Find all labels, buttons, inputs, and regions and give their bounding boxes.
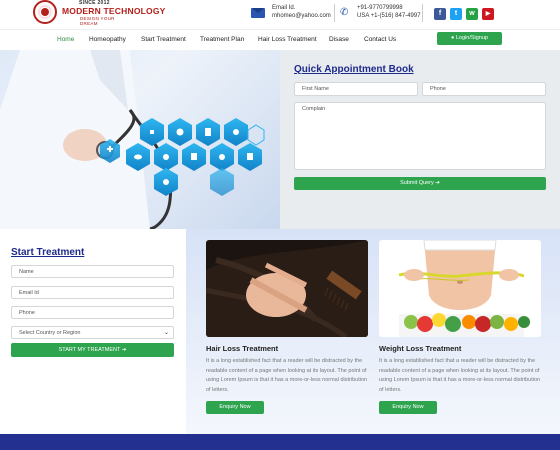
header-divider xyxy=(334,4,335,22)
card-description: It is a long established fact that a rea… xyxy=(379,358,541,393)
country-select[interactable]: Select Country or Region ⌄ xyxy=(11,326,174,339)
start-treatment-section: Start Treatment Name Email Id Phone Sele… xyxy=(0,229,186,434)
appointment-phone-input[interactable]: Phone xyxy=(422,82,546,96)
site-header: SINCE 2012 MODERN TECHNOLOGY DESIGN YOUR… xyxy=(0,0,560,29)
card-description: It is a long established fact that a rea… xyxy=(206,358,368,393)
login-signup-label: Login/Signup xyxy=(455,35,488,41)
name-input[interactable]: Name xyxy=(11,265,174,278)
phone-usa[interactable]: USA +1-(516) 847-4997 xyxy=(357,13,421,19)
footer-band xyxy=(0,434,560,450)
submit-query-label: Submit Query xyxy=(400,180,434,186)
logo-tagline-text: DESIGN YOUR DREAM xyxy=(80,16,115,26)
nav-treatment-plan[interactable]: Treatment Plan xyxy=(200,36,244,43)
login-signup-button[interactable]: ● Login/Signup xyxy=(437,32,502,45)
hero-image xyxy=(0,50,280,229)
hair-loss-image xyxy=(206,240,368,337)
complain-textarea[interactable]: Complain xyxy=(294,102,546,170)
logo-emblem-icon xyxy=(33,0,57,24)
nav-hair-loss-treatment[interactable]: Hair Loss Treatment xyxy=(258,36,317,43)
phone-icon: ✆ xyxy=(340,7,349,18)
card-title: Hair Loss Treatment xyxy=(206,344,279,353)
header-divider xyxy=(422,4,423,22)
start-my-treatment-label: START MY TREATMENT xyxy=(58,347,121,353)
enquiry-now-button[interactable]: Enquiry Now xyxy=(379,401,437,414)
quick-appointment-section: Quick Appointment Book First Name Phone … xyxy=(280,50,560,229)
start-treatment-title: Start Treatment xyxy=(11,247,85,258)
email-label: Email Id. xyxy=(272,5,296,11)
chevron-down-icon: ⌄ xyxy=(163,330,169,336)
twitter-icon[interactable]: t xyxy=(450,8,462,20)
enquiry-now-button[interactable]: Enquiry Now xyxy=(206,401,264,414)
main-nav: Home Homeopathy Start Treatment Treatmen… xyxy=(0,29,560,50)
arrow-right-icon: ➔ xyxy=(435,180,440,186)
logo-name-text: MODERN TECHNOLOGY xyxy=(62,6,166,16)
quick-appointment-title: Quick Appointment Book xyxy=(294,64,414,75)
first-name-input[interactable]: First Name xyxy=(294,82,418,96)
facebook-icon[interactable]: f xyxy=(434,8,446,20)
email-input[interactable]: Email Id xyxy=(11,286,174,299)
arrow-right-icon: ➔ xyxy=(121,347,127,353)
phone-input[interactable]: Phone xyxy=(11,306,174,319)
card-title: Weight Loss Treatment xyxy=(379,344,462,353)
treatment-cards: Hair Loss Treatment It is a long establi… xyxy=(186,229,560,434)
nav-disase[interactable]: Disase xyxy=(329,36,349,43)
whatsapp-icon[interactable]: w xyxy=(466,8,478,20)
medical-illustration xyxy=(0,50,265,229)
hair-loss-card: Hair Loss Treatment It is a long establi… xyxy=(206,240,368,434)
start-my-treatment-button[interactable]: START MY TREATMENT ➔ xyxy=(11,343,174,357)
email-value[interactable]: mhomeo@yahoo.com xyxy=(272,13,331,19)
country-select-value: Select Country or Region xyxy=(19,330,81,336)
contact-phone: ✆ +91-9770799998 USA +1-(516) 847-4997 xyxy=(340,5,421,25)
contact-email: Email Id. mhomeo@yahoo.com xyxy=(251,5,336,25)
nav-homeopathy[interactable]: Homeopathy xyxy=(89,36,126,43)
youtube-icon[interactable]: ▶ xyxy=(482,8,494,20)
mail-icon xyxy=(251,8,265,18)
weight-loss-image xyxy=(379,240,541,337)
nav-home[interactable]: Home xyxy=(57,36,74,43)
submit-query-button[interactable]: Submit Query ➔ xyxy=(294,177,546,190)
nav-contact-us[interactable]: Contact Us xyxy=(364,36,396,43)
phone-primary[interactable]: +91-9770799998 xyxy=(357,5,403,11)
weight-loss-card: Weight Loss Treatment It is a long estab… xyxy=(379,240,541,434)
nav-start-treatment[interactable]: Start Treatment xyxy=(141,36,186,43)
user-icon: ● xyxy=(451,35,455,41)
brand-logo[interactable]: SINCE 2012 MODERN TECHNOLOGY DESIGN YOUR… xyxy=(33,0,165,27)
